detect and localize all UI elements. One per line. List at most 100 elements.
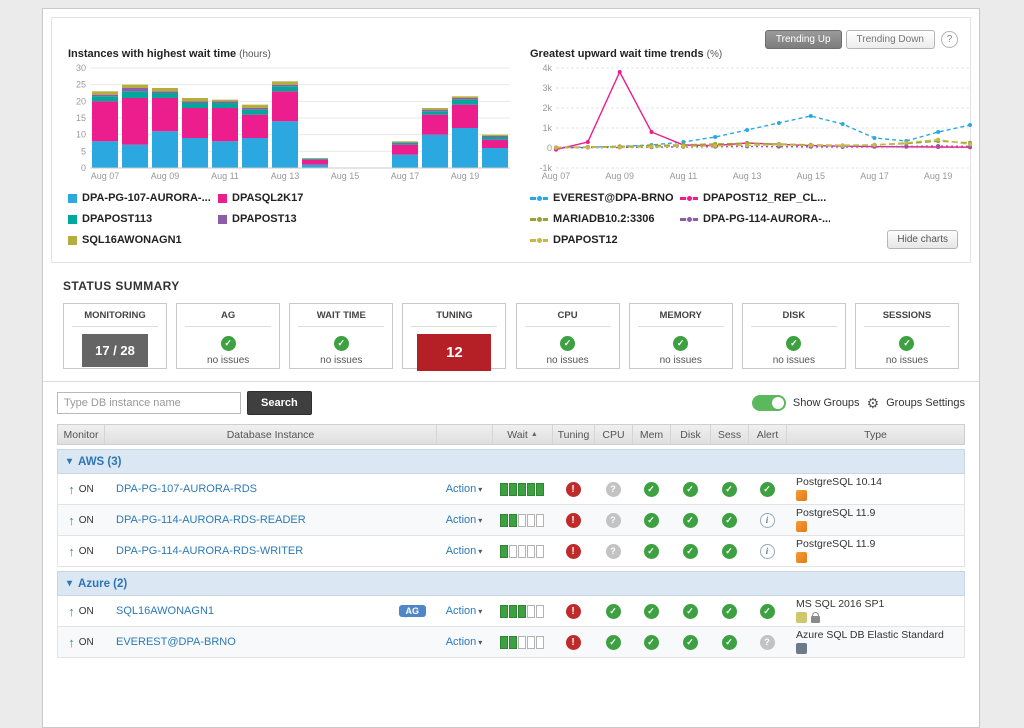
wait-cell bbox=[492, 627, 552, 657]
show-groups-toggle[interactable] bbox=[752, 395, 786, 411]
disk-cell: ✓ bbox=[670, 627, 710, 657]
status-card-disk[interactable]: DISK✓no issues bbox=[742, 303, 846, 369]
legend-item: DPA-PG-107-AURORA-... bbox=[68, 192, 218, 204]
unknown-icon[interactable]: ? bbox=[606, 513, 621, 528]
column-header-sess[interactable]: Sess bbox=[710, 425, 748, 444]
status-card-sessions[interactable]: SESSIONS✓no issues bbox=[855, 303, 959, 369]
svg-text:Aug 15: Aug 15 bbox=[797, 171, 826, 181]
alert-icon[interactable]: ! bbox=[566, 513, 581, 528]
column-header-tuning[interactable]: Tuning bbox=[552, 425, 594, 444]
group-name: AWS (3) bbox=[78, 456, 121, 468]
lock-icon bbox=[811, 616, 820, 623]
ok-icon[interactable]: ✓ bbox=[722, 482, 737, 497]
monitoring-on-icon: ↑ bbox=[68, 544, 75, 559]
db-instance-link[interactable]: DPA-PG-114-AURORA-RDS-READER bbox=[116, 514, 306, 526]
status-card-monitoring[interactable]: MONITORING17 / 28 bbox=[63, 303, 167, 369]
ok-icon[interactable]: ✓ bbox=[683, 482, 698, 497]
ok-icon[interactable]: ✓ bbox=[644, 604, 659, 619]
ok-icon[interactable]: ✓ bbox=[644, 482, 659, 497]
ok-icon[interactable]: ✓ bbox=[644, 635, 659, 650]
svg-text:Aug 09: Aug 09 bbox=[151, 171, 180, 181]
group-header-azure[interactable]: ▾Azure (2) bbox=[57, 571, 965, 596]
status-card-cpu[interactable]: CPU✓no issues bbox=[516, 303, 620, 369]
db-instance-link[interactable]: EVEREST@DPA-BRNO bbox=[116, 636, 236, 648]
info-icon[interactable]: i bbox=[760, 513, 775, 528]
alert-icon[interactable]: ! bbox=[566, 635, 581, 650]
ok-icon[interactable]: ✓ bbox=[760, 482, 775, 497]
action-dropdown[interactable]: Action▾ bbox=[446, 605, 483, 617]
action-dropdown[interactable]: Action▾ bbox=[446, 514, 483, 526]
ok-icon[interactable]: ✓ bbox=[722, 604, 737, 619]
caret-down-icon: ▾ bbox=[478, 516, 482, 525]
search-button[interactable]: Search bbox=[247, 391, 312, 415]
gear-icon[interactable]: ⚙ bbox=[867, 396, 880, 410]
unknown-icon[interactable]: ? bbox=[606, 544, 621, 559]
svg-text:Aug 11: Aug 11 bbox=[211, 171, 239, 181]
tuning-count[interactable]: 12 bbox=[417, 334, 491, 371]
wait-gauge-segment bbox=[509, 514, 517, 527]
monitor-state: ON bbox=[79, 637, 94, 648]
column-header-database-instance[interactable]: Database Instance bbox=[104, 425, 436, 444]
wait-gauge-segment bbox=[518, 514, 526, 527]
ok-icon[interactable]: ✓ bbox=[606, 604, 621, 619]
unknown-icon[interactable]: ? bbox=[760, 635, 775, 650]
ok-icon[interactable]: ✓ bbox=[683, 635, 698, 650]
collapse-icon[interactable]: ▾ bbox=[67, 456, 72, 467]
alert-icon[interactable]: ! bbox=[566, 544, 581, 559]
charts-row: Instances with highest wait time (hours)… bbox=[52, 18, 970, 246]
column-header-monitor[interactable]: Monitor bbox=[58, 425, 104, 444]
trend-toggle-group: Trending Up Trending Down ? bbox=[765, 30, 958, 49]
collapse-icon[interactable]: ▾ bbox=[67, 578, 72, 589]
column-header-action[interactable] bbox=[436, 425, 492, 444]
status-card-memory[interactable]: MEMORY✓no issues bbox=[629, 303, 733, 369]
trending-down-button[interactable]: Trending Down bbox=[846, 30, 935, 49]
alert-icon[interactable]: ! bbox=[566, 604, 581, 619]
db-instance-link[interactable]: DPA-PG-107-AURORA-RDS bbox=[116, 483, 257, 495]
column-header-label: Monitor bbox=[63, 429, 98, 441]
tuning-cell: ! bbox=[552, 505, 594, 535]
ok-icon[interactable]: ✓ bbox=[683, 513, 698, 528]
column-header-wait[interactable]: Wait▲ bbox=[492, 425, 552, 444]
info-icon[interactable]: i bbox=[760, 544, 775, 559]
action-dropdown[interactable]: Action▾ bbox=[446, 483, 483, 495]
line-chart-unit: (%) bbox=[707, 49, 723, 60]
hide-charts-button[interactable]: Hide charts bbox=[887, 230, 958, 249]
action-dropdown[interactable]: Action▾ bbox=[446, 636, 483, 648]
search-input[interactable] bbox=[57, 392, 241, 414]
mem-cell: ✓ bbox=[632, 536, 670, 566]
ok-icon[interactable]: ✓ bbox=[606, 635, 621, 650]
action-dropdown[interactable]: Action▾ bbox=[446, 545, 483, 557]
ok-icon[interactable]: ✓ bbox=[722, 635, 737, 650]
unknown-icon[interactable]: ? bbox=[606, 482, 621, 497]
ok-icon[interactable]: ✓ bbox=[644, 513, 659, 528]
mem-cell: ✓ bbox=[632, 474, 670, 504]
status-card-wait-time[interactable]: WAIT TIME✓no issues bbox=[289, 303, 393, 369]
column-header-cpu[interactable]: CPU bbox=[594, 425, 632, 444]
alert-icon[interactable]: ! bbox=[566, 482, 581, 497]
ok-icon[interactable]: ✓ bbox=[683, 544, 698, 559]
column-header-alert[interactable]: Alert bbox=[748, 425, 786, 444]
monitor-state: ON bbox=[79, 546, 94, 557]
db-instance-link[interactable]: SQL16AWONAGN1 bbox=[116, 605, 214, 617]
ok-icon[interactable]: ✓ bbox=[722, 544, 737, 559]
ok-icon[interactable]: ✓ bbox=[683, 604, 698, 619]
trending-up-button[interactable]: Trending Up bbox=[765, 30, 842, 49]
column-header-disk[interactable]: Disk bbox=[670, 425, 710, 444]
status-card-value: no issues bbox=[290, 355, 392, 366]
db-instance-link[interactable]: DPA-PG-114-AURORA-RDS-WRITER bbox=[116, 545, 303, 557]
groups-settings-label[interactable]: Groups Settings bbox=[886, 397, 965, 409]
help-icon[interactable]: ? bbox=[941, 31, 958, 48]
ok-icon[interactable]: ✓ bbox=[760, 604, 775, 619]
column-header-mem[interactable]: Mem bbox=[632, 425, 670, 444]
ok-icon[interactable]: ✓ bbox=[722, 513, 737, 528]
svg-text:Aug 07: Aug 07 bbox=[542, 171, 571, 181]
column-header-type[interactable]: Type bbox=[786, 425, 964, 444]
group-header-aws[interactable]: ▾ AWS (3) bbox=[57, 449, 965, 474]
status-card-tuning[interactable]: TUNING12 bbox=[402, 303, 506, 369]
wait-cell bbox=[492, 596, 552, 626]
status-card-ag[interactable]: AG✓no issues bbox=[176, 303, 280, 369]
status-cards: MONITORING17 / 28AG✓no issuesWAIT TIME✓n… bbox=[63, 303, 959, 369]
action-cell: Action▾ bbox=[436, 474, 492, 504]
table-row: ↑ONDPA-PG-107-AURORA-RDSAction▾!?✓✓✓✓Pos… bbox=[57, 474, 965, 505]
ok-icon[interactable]: ✓ bbox=[644, 544, 659, 559]
